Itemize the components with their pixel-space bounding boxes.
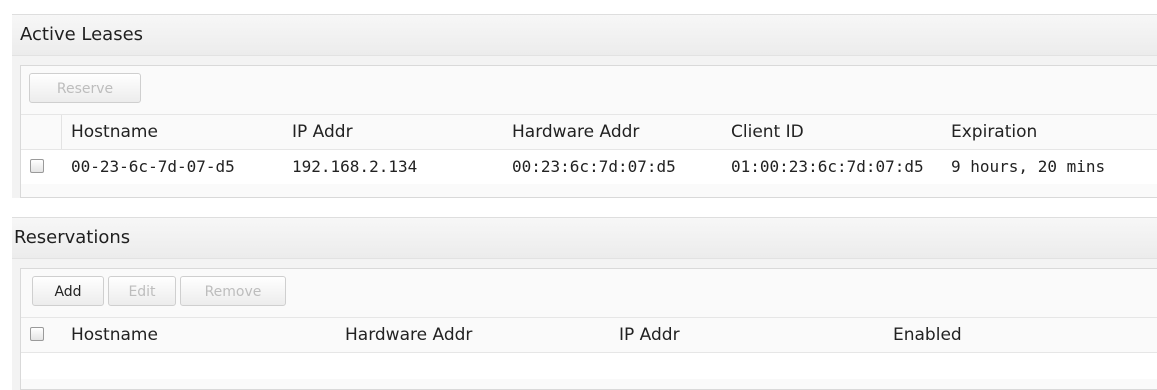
select-all-checkbox[interactable] (30, 327, 44, 341)
reservations-col-hostname[interactable]: Hostname (71, 318, 321, 352)
leases-col-client-id[interactable]: Client ID (731, 115, 931, 149)
leases-col-ip[interactable]: IP Addr (292, 115, 492, 149)
leases-header-row: Hostname IP Addr Hardware Addr Client ID… (21, 114, 1157, 149)
reservations-title: Reservations (12, 218, 1157, 259)
leases-col-hardware[interactable]: Hardware Addr (512, 115, 712, 149)
reservations-col-hardware[interactable]: Hardware Addr (345, 318, 585, 352)
lease-hardware: 00:23:6c:7d:07:d5 (512, 157, 676, 176)
table-row[interactable]: 00-23-6c-7d-07-d5 192.168.2.134 00:23:6c… (21, 149, 1157, 184)
reservations-header-row: Hostname Hardware Addr IP Addr Enabled (21, 317, 1157, 352)
leases-header-divider (61, 115, 62, 149)
active-leases-title: Active Leases (12, 15, 1157, 56)
reserve-button[interactable]: Reserve (29, 73, 141, 103)
leases-col-hostname[interactable]: Hostname (71, 115, 271, 149)
remove-button[interactable]: Remove (180, 276, 286, 306)
active-leases-body: Reserve Hostname IP Addr Hardware Addr C… (20, 65, 1157, 198)
reservations-col-enabled[interactable]: Enabled (893, 318, 1133, 352)
edit-button[interactable]: Edit (108, 276, 176, 306)
lease-expiration: 9 hours, 20 mins (951, 157, 1106, 176)
lease-client-id: 01:00:23:6c:7d:07:d5 (731, 157, 924, 176)
add-button[interactable]: Add (32, 276, 104, 306)
lease-hostname: 00-23-6c-7d-07-d5 (71, 157, 235, 176)
row-checkbox[interactable] (30, 159, 44, 173)
reservations-body: Add Edit Remove Hostname Hardware Addr I… (20, 268, 1157, 390)
lease-ip: 192.168.2.134 (292, 157, 418, 176)
reservations-empty-row (21, 352, 1157, 379)
reservations-col-ip[interactable]: IP Addr (619, 318, 859, 352)
active-leases-panel: Active Leases Reserve Hostname IP Addr H… (12, 14, 1157, 198)
reservations-panel: Reservations Add Edit Remove Hostname Ha… (12, 217, 1157, 390)
leases-col-expiration[interactable]: Expiration (951, 115, 1151, 149)
